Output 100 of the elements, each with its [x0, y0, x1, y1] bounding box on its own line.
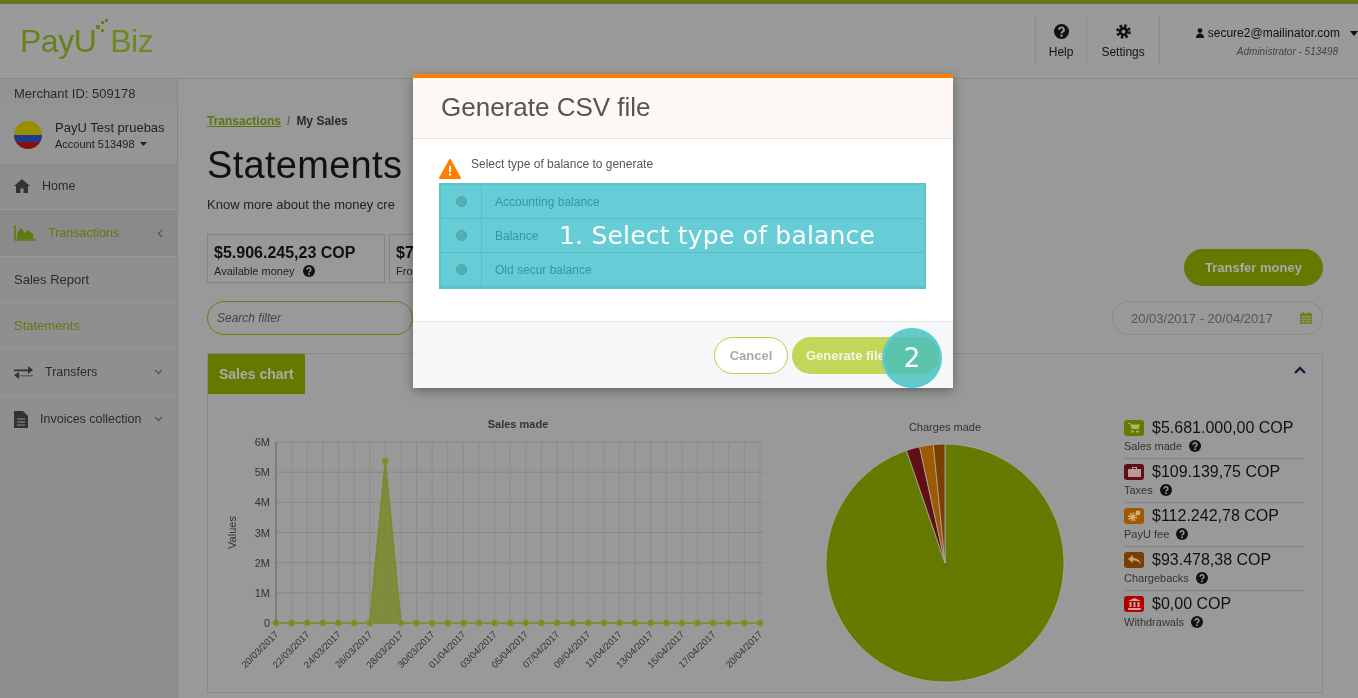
chevron-down-icon — [154, 416, 163, 422]
help-icon[interactable] — [302, 265, 315, 277]
balance-amount: $5.906.245,23 COP — [214, 244, 357, 262]
transfer-money-button[interactable]: Transfer money — [1184, 249, 1323, 286]
account-name: PayU Test pruebas — [55, 119, 165, 135]
help-button[interactable]: Help — [1034, 16, 1087, 66]
data-point — [319, 619, 327, 627]
balance-label: Fro — [396, 265, 413, 277]
warning-icon — [439, 159, 461, 179]
radio-button[interactable] — [455, 264, 467, 275]
data-point — [756, 619, 764, 627]
data-point — [381, 457, 389, 465]
data-point — [537, 619, 546, 627]
data-point — [334, 619, 343, 627]
data-point — [490, 619, 499, 627]
option-label[interactable]: Accounting balance — [482, 185, 600, 218]
help-icon[interactable] — [1195, 572, 1208, 584]
help-icon[interactable] — [1190, 616, 1203, 628]
axis-label: 2M — [254, 556, 270, 569]
page-title: Statements — [207, 144, 403, 187]
data-point — [647, 619, 655, 627]
axis-label: 4M — [254, 496, 270, 509]
axis-label: 1M — [254, 586, 270, 599]
axis-title: Values — [226, 516, 238, 549]
breadcrumb-separator: / — [287, 114, 291, 128]
balance-label: Available money — [214, 265, 295, 277]
breadcrumb-current: My Sales — [296, 114, 348, 128]
modal-title: Generate CSV file — [413, 78, 953, 139]
modal-message: Select type of balance to generate — [471, 157, 654, 171]
data-point — [444, 619, 452, 627]
data-point — [709, 619, 717, 627]
breadcrumb-link[interactable]: Transactions — [207, 114, 282, 128]
collapse-icon[interactable] — [1294, 366, 1306, 374]
user-menu[interactable]: secure2@mailinator.com — [1195, 26, 1358, 40]
home-icon — [14, 179, 30, 193]
data-point — [428, 619, 436, 627]
user-icon — [1195, 28, 1204, 38]
data-point — [366, 619, 374, 627]
chart-title: Charges made — [908, 421, 982, 433]
data-point — [522, 619, 530, 627]
nav-item[interactable]: Transfers — [0, 348, 177, 395]
axis-label: 3M — [254, 526, 270, 539]
data-point — [506, 619, 514, 627]
caret-icon — [1350, 30, 1358, 36]
logo-text: Biz — [110, 22, 154, 60]
radio-button[interactable] — [455, 230, 467, 241]
page-subtitle: Know more about the money cre — [207, 197, 395, 212]
help-icon[interactable] — [1176, 528, 1189, 540]
data-point — [584, 619, 592, 627]
document-icon — [14, 410, 28, 428]
calendar-icon — [1300, 312, 1312, 324]
summary-amount: $109.139,75 COP — [1152, 463, 1281, 481]
data-point — [662, 619, 670, 627]
logo-text: PayU — [20, 22, 97, 60]
nav-subitem[interactable]: Sales Report — [0, 256, 177, 302]
nav-item[interactable]: Invoices collection — [0, 395, 177, 442]
help-icon[interactable] — [1189, 440, 1202, 452]
data-point — [287, 619, 296, 627]
summary-label: Withdrawals — [1124, 616, 1184, 628]
radio-button[interactable] — [455, 196, 467, 207]
search-field[interactable]: Search filter — [207, 301, 413, 335]
summary-label: PayU fee — [1124, 528, 1170, 540]
data-point — [350, 619, 358, 627]
option-label[interactable]: Old secur balance — [482, 253, 592, 286]
cancel-button[interactable]: Cancel — [714, 336, 788, 374]
account-selector[interactable]: Account 513498 — [55, 137, 165, 150]
help-icon[interactable] — [1159, 484, 1172, 496]
tutorial-step-marker: 2 — [882, 328, 942, 388]
settings-button[interactable]: Settings — [1086, 16, 1159, 66]
area-chart-icon — [14, 225, 36, 241]
chart-tab[interactable]: Sales chart — [208, 354, 305, 394]
data-point — [725, 619, 733, 627]
cart-icon — [1128, 423, 1140, 433]
data-point — [303, 619, 311, 627]
data-point — [600, 619, 608, 627]
data-point — [615, 619, 624, 627]
tutorial-step-text: 1. Select type of balance — [559, 221, 876, 250]
chevron-down-icon — [154, 369, 163, 375]
caret-icon — [139, 141, 147, 146]
chevron-left-icon — [157, 228, 163, 238]
data-point — [553, 619, 561, 627]
user-role: Administrator - 513498 — [1236, 46, 1338, 57]
help-icon — [1053, 23, 1069, 39]
settings-icon — [1115, 23, 1131, 39]
axis-label: 0 — [263, 617, 270, 629]
summary-label: Chargebacks — [1124, 572, 1189, 584]
data-point — [693, 619, 702, 627]
data-point — [412, 619, 421, 627]
data-point — [678, 619, 686, 627]
summary-label: Taxes — [1124, 484, 1153, 496]
data-point — [272, 619, 280, 627]
flag-icon — [14, 120, 42, 149]
summary-amount: $0,00 COP — [1152, 595, 1232, 613]
data-point — [459, 619, 468, 627]
data-point — [475, 619, 483, 627]
nav-item[interactable]: Transactions — [0, 209, 177, 256]
nav-subitem[interactable]: Statements — [0, 302, 177, 348]
summary-amount: $5.681.000,00 COP — [1152, 419, 1294, 437]
logo-mark-icon — [96, 18, 109, 33]
option-label[interactable]: Balance — [482, 219, 539, 252]
